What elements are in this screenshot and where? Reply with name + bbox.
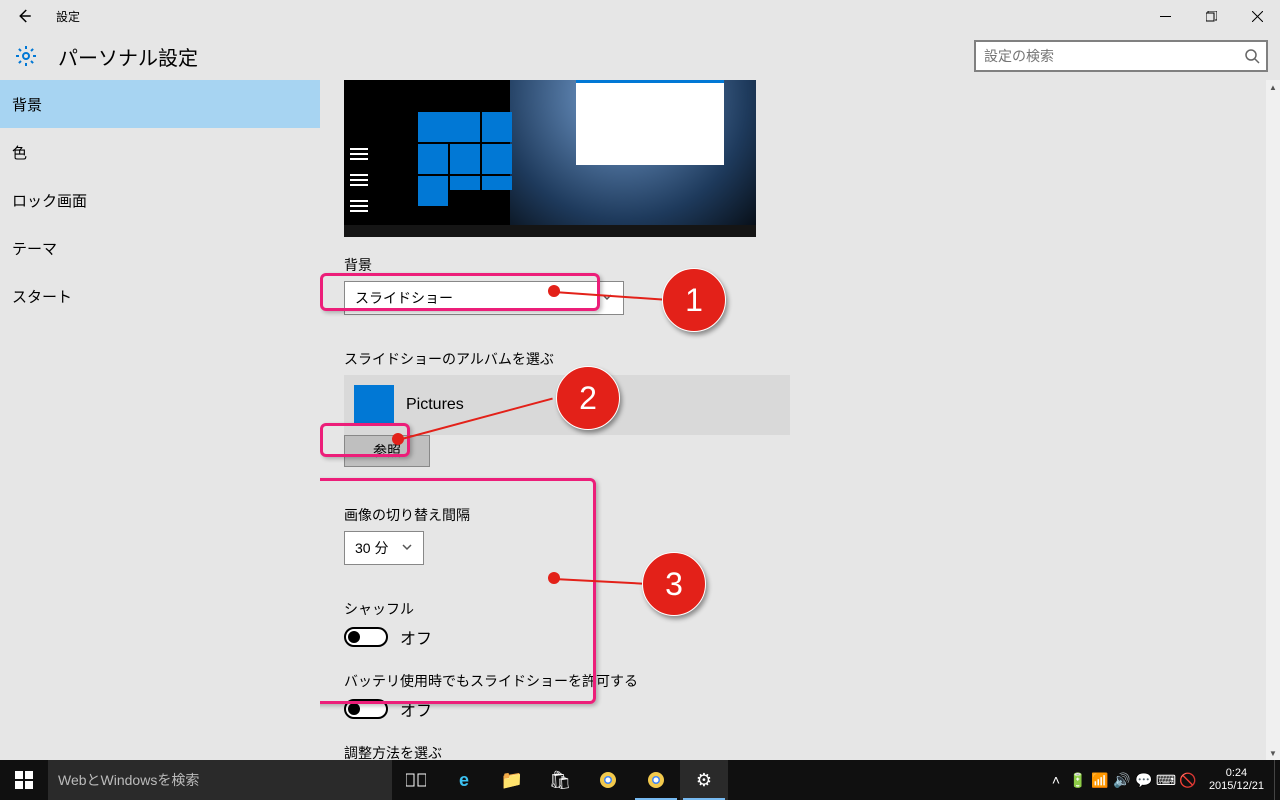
taskbar-settings[interactable]: ⚙: [680, 760, 728, 800]
fit-label: 調整方法を選ぶ: [344, 743, 1280, 760]
folder-icon: 📁: [501, 770, 523, 791]
taskbar-clock[interactable]: 0:24 2015/12/21: [1199, 767, 1274, 793]
sidebar-item-colors[interactable]: 色: [0, 128, 320, 176]
taskbar-edge[interactable]: e: [440, 760, 488, 800]
search-wrap: [974, 40, 1268, 72]
callout-3: 3: [642, 552, 706, 616]
sidebar-item-label: テーマ: [12, 238, 57, 259]
sidebar-item-background[interactable]: 背景: [0, 80, 320, 128]
show-desktop-button[interactable]: [1274, 760, 1280, 800]
volume-icon: 🔊: [1113, 772, 1130, 789]
close-icon: [1252, 11, 1263, 22]
notification-icon: 💬: [1135, 772, 1152, 789]
tray-volume[interactable]: 🔊: [1111, 760, 1133, 800]
callout-1: 1: [662, 268, 726, 332]
scroll-up-icon[interactable]: ▲: [1266, 80, 1280, 94]
sidebar-item-lockscreen[interactable]: ロック画面: [0, 176, 320, 224]
gear-icon: [14, 44, 38, 68]
header: パーソナル設定: [0, 32, 1280, 80]
taskbar: WebとWindowsを検索 e 📁 🛍 ⚙ ˄ 🔋 📶 🔊 💬 ⌨ 🚫 0:2…: [0, 760, 1280, 800]
background-label: 背景: [344, 255, 1280, 275]
folder-icon: [354, 385, 394, 425]
interval-dropdown[interactable]: 30 分: [344, 531, 424, 565]
annotation-line: [554, 578, 644, 585]
taskbar-search[interactable]: WebとWindowsを検索: [48, 760, 392, 800]
taskbar-store[interactable]: 🛍: [536, 760, 584, 800]
battery-toggle[interactable]: [344, 699, 388, 719]
system-tray: ˄ 🔋 📶 🔊 💬 ⌨ 🚫 0:24 2015/12/21: [1045, 760, 1280, 800]
sidebar-item-start[interactable]: スタート: [0, 272, 320, 320]
task-view-icon: [406, 772, 426, 788]
battery-icon: 🔋: [1069, 772, 1086, 789]
clock-time: 0:24: [1209, 767, 1264, 780]
tray-ime[interactable]: ⌨: [1155, 760, 1177, 800]
shuffle-toggle[interactable]: [344, 627, 388, 647]
page-title: パーソナル設定: [58, 42, 198, 71]
wifi-icon: 📶: [1091, 772, 1108, 789]
taskbar-explorer[interactable]: 📁: [488, 760, 536, 800]
keyboard-icon: ⌨: [1156, 772, 1176, 789]
sidebar-item-label: スタート: [12, 286, 72, 307]
sidebar: 背景 色 ロック画面 テーマ スタート: [0, 80, 320, 760]
task-view-button[interactable]: [392, 760, 440, 800]
chrome-icon: [647, 771, 665, 789]
battery-value: オフ: [400, 697, 432, 721]
windows-icon: [15, 771, 33, 789]
scrollbar[interactable]: ▲ ▼: [1266, 80, 1280, 760]
chevron-up-icon: ˄: [1052, 772, 1060, 788]
clock-date: 2015/12/21: [1209, 780, 1264, 793]
back-button[interactable]: [0, 0, 48, 32]
background-value: スライドショー: [355, 288, 453, 308]
desktop-preview: [344, 80, 756, 237]
maximize-button[interactable]: [1188, 0, 1234, 32]
titlebar: 設定: [0, 0, 1280, 32]
interval-value: 30 分: [355, 538, 388, 558]
taskbar-chrome-2[interactable]: [632, 760, 680, 800]
gear-icon: ⚙: [696, 770, 712, 791]
scroll-down-icon[interactable]: ▼: [1266, 746, 1280, 760]
tray-action-center[interactable]: 💬: [1133, 760, 1155, 800]
minimize-button[interactable]: [1142, 0, 1188, 32]
callout-2: 2: [556, 366, 620, 430]
background-dropdown[interactable]: スライドショー: [344, 281, 624, 315]
taskbar-chrome-1[interactable]: [584, 760, 632, 800]
minimize-icon: [1160, 11, 1171, 22]
battery-label: バッテリ使用時でもスライドショーを許可する: [344, 671, 1280, 691]
chevron-down-icon: [401, 540, 413, 556]
sidebar-item-label: 背景: [12, 94, 42, 115]
block-icon: 🚫: [1179, 772, 1196, 789]
browse-button[interactable]: 参照: [344, 435, 430, 467]
chevron-down-icon: [601, 290, 613, 306]
tray-overflow[interactable]: ˄: [1045, 760, 1067, 800]
tray-block[interactable]: 🚫: [1177, 760, 1199, 800]
window-title: 設定: [56, 8, 80, 25]
interval-label: 画像の切り替え間隔: [344, 505, 1280, 525]
shuffle-label: シャッフル: [344, 599, 1280, 619]
sidebar-item-label: 色: [12, 142, 27, 163]
tray-wifi[interactable]: 📶: [1089, 760, 1111, 800]
close-button[interactable]: [1234, 0, 1280, 32]
tray-battery[interactable]: 🔋: [1067, 760, 1089, 800]
arrow-left-icon: [15, 7, 33, 25]
album-label: スライドショーのアルバムを選ぶ: [344, 349, 1280, 369]
sidebar-item-label: ロック画面: [12, 190, 87, 211]
window-controls: [1142, 0, 1280, 32]
body: 背景 色 ロック画面 テーマ スタート 背景 スライドショー スライ: [0, 80, 1280, 760]
search-input[interactable]: [974, 40, 1268, 72]
restore-icon: [1206, 11, 1217, 22]
shuffle-value: オフ: [400, 625, 432, 649]
sidebar-item-themes[interactable]: テーマ: [0, 224, 320, 272]
content-area: 背景 スライドショー スライドショーのアルバムを選ぶ Pictures 参照 画…: [320, 80, 1280, 760]
album-name: Pictures: [406, 396, 464, 414]
search-icon: [1244, 48, 1260, 64]
store-icon: 🛍: [549, 770, 572, 791]
edge-icon: e: [459, 770, 469, 791]
start-button[interactable]: [0, 760, 48, 800]
chrome-icon: [599, 771, 617, 789]
